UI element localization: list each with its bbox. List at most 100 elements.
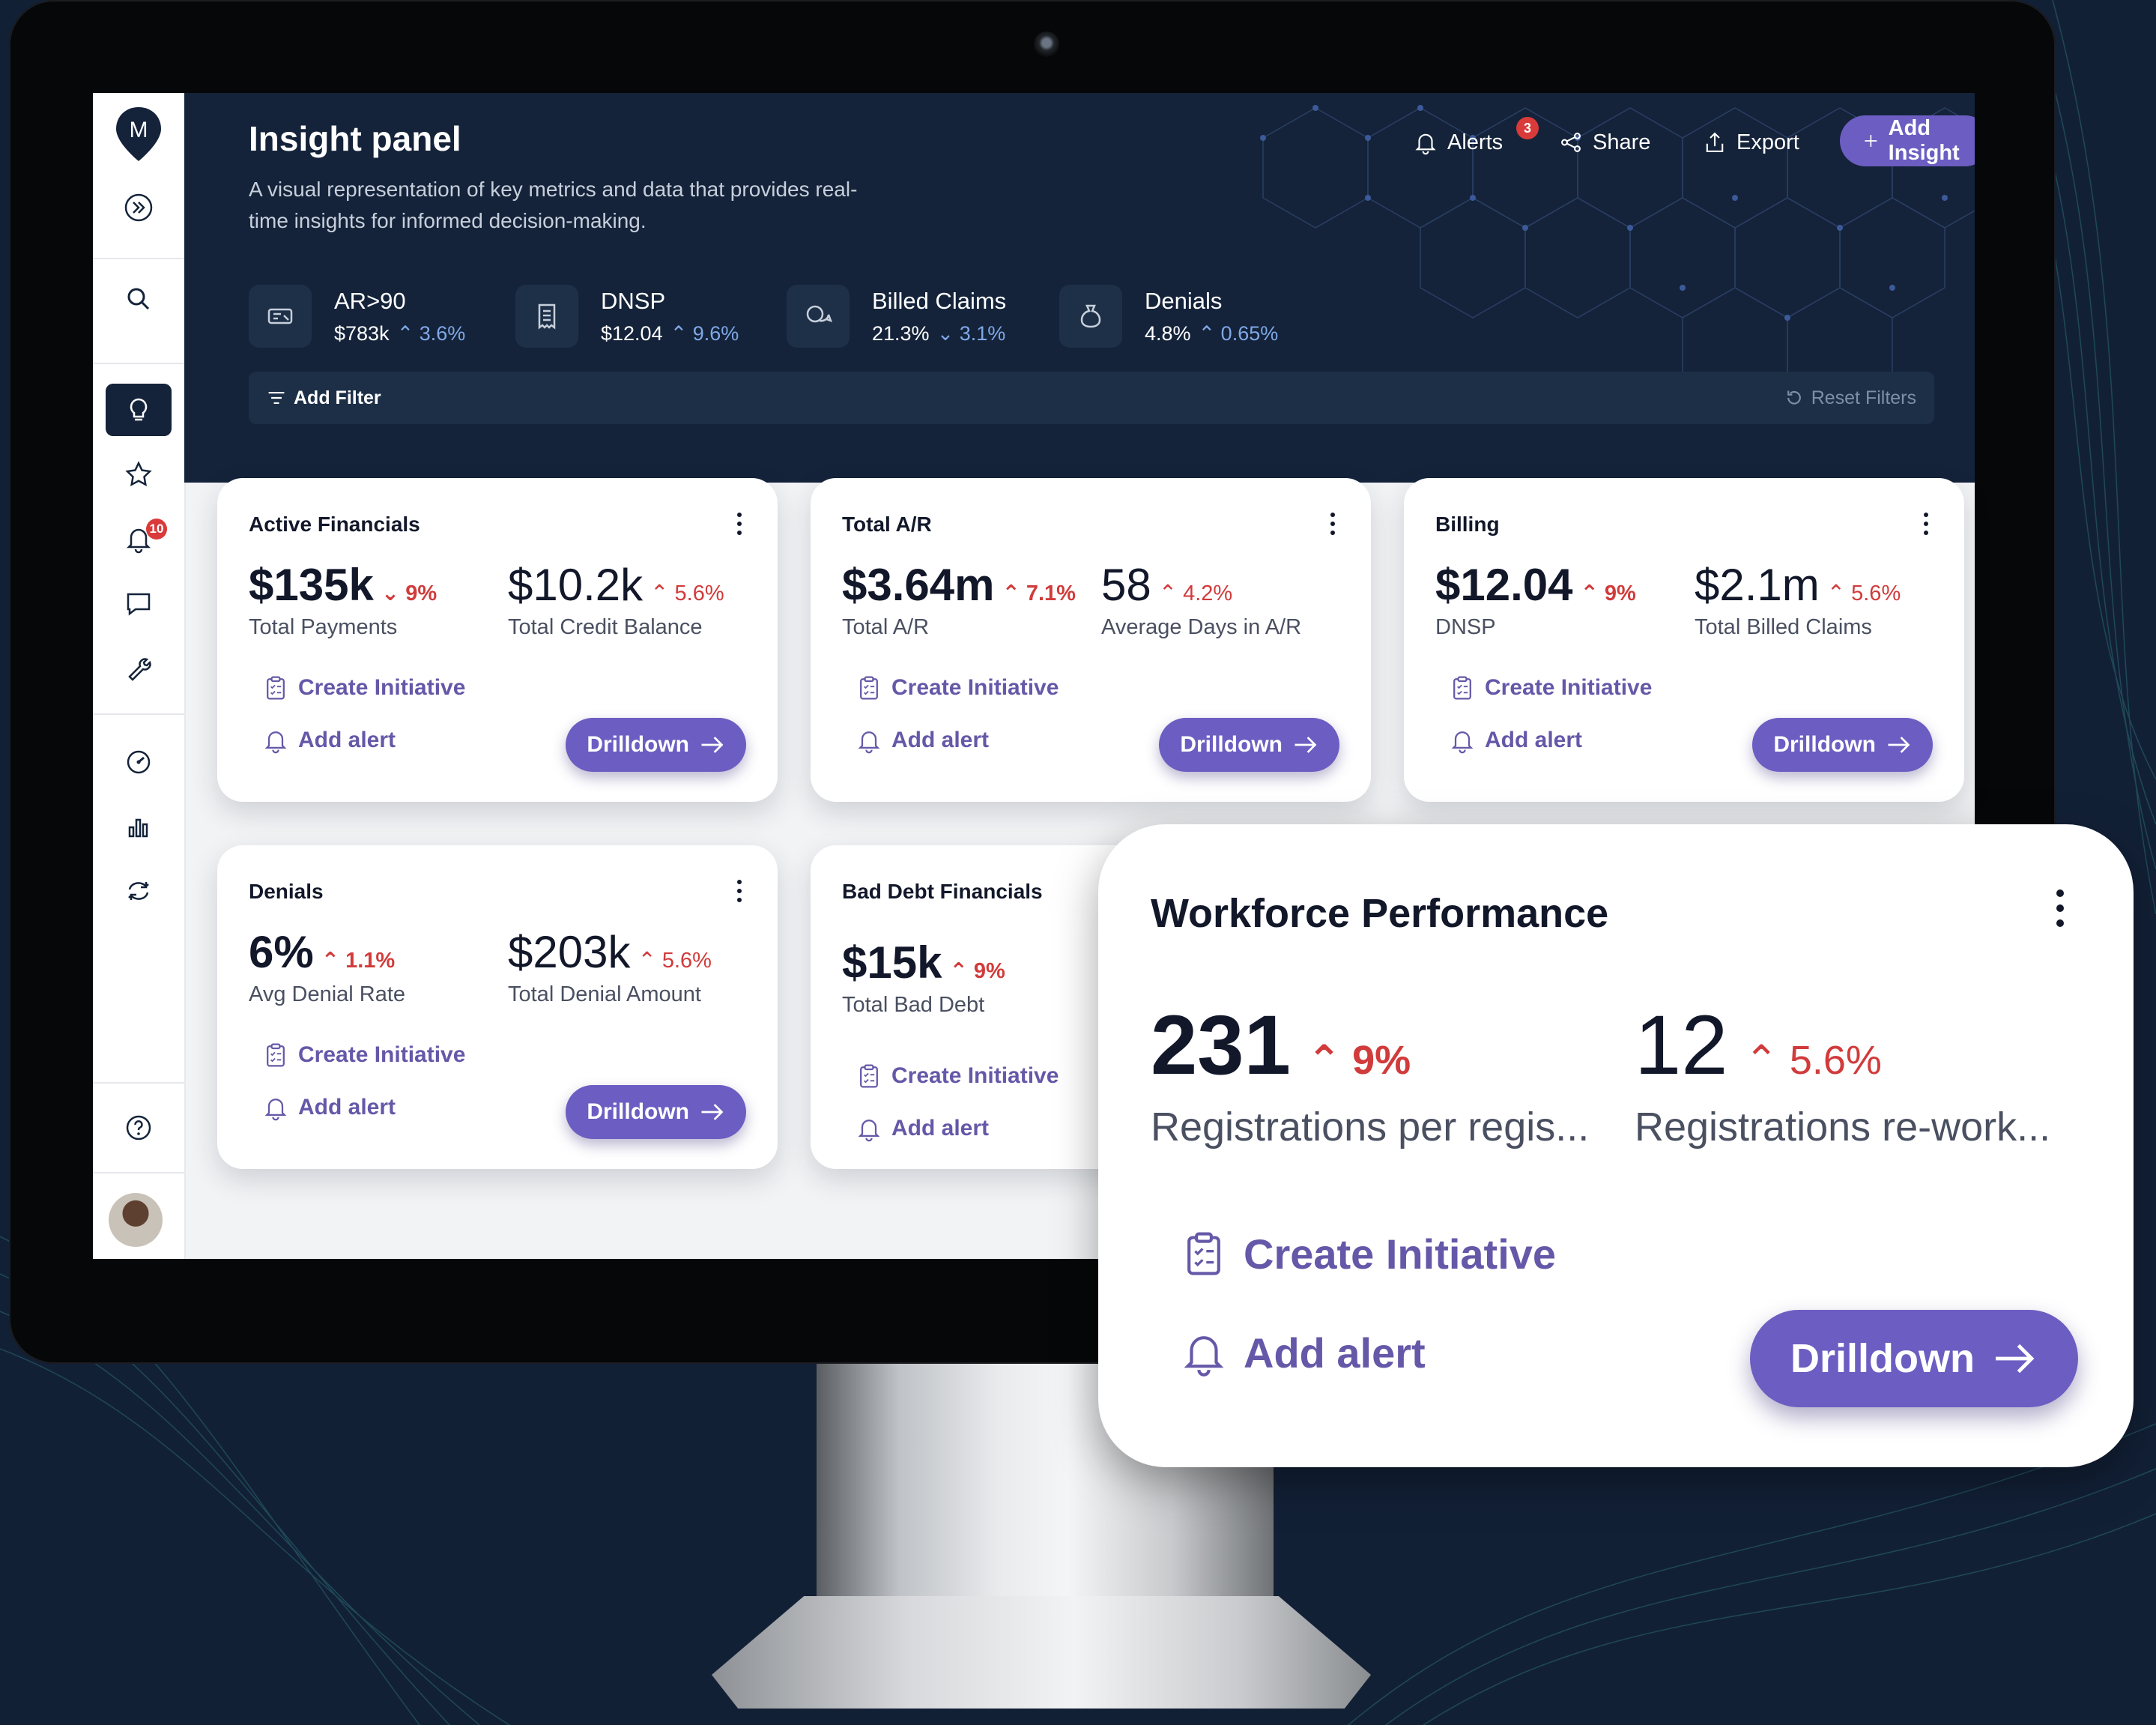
kpi-change: ⌃ 3.6% xyxy=(396,321,466,345)
metric-label: Total Credit Balance xyxy=(508,615,703,639)
kpi-denials[interactable]: Denials 4.8% ⌃ 0.65% xyxy=(1059,279,1278,354)
create-initiative-label: Create Initiative xyxy=(1485,675,1653,700)
sidebar-divider xyxy=(93,363,184,364)
alerts-button[interactable]: Alerts 3 xyxy=(1413,117,1539,166)
add-alert-button[interactable]: Add alert xyxy=(1449,727,1582,754)
create-initiative-button[interactable]: Create Initiative xyxy=(856,674,1059,701)
metric-value: $15k xyxy=(842,937,942,988)
chat-money-icon xyxy=(787,285,850,348)
share-button[interactable]: Share xyxy=(1558,118,1650,166)
kpi-dnsp[interactable]: DNSP $12.04 ⌃ 9.6% xyxy=(515,279,739,354)
create-initiative-button[interactable]: Create Initiative xyxy=(1449,674,1652,701)
metric-change: ⌃ 1.1% xyxy=(321,949,396,973)
metric-secondary: $2.1m ⌃ 5.6% Total Billed Claims xyxy=(1695,559,1901,640)
add-alert-button[interactable]: Add alert xyxy=(1179,1328,1426,1377)
share-icon xyxy=(1561,133,1581,152)
reset-filters-label: Reset Filters xyxy=(1811,387,1916,408)
drilldown-label: Drilldown xyxy=(587,732,689,757)
sidebar-divider xyxy=(93,1172,184,1173)
add-alert-button[interactable]: Add alert xyxy=(262,1094,396,1121)
kpi-value: 21.3% xyxy=(872,321,930,345)
sidebar-item-messages[interactable] xyxy=(106,577,172,629)
add-alert-button[interactable]: Add alert xyxy=(262,727,396,754)
kebab-menu-icon[interactable] xyxy=(1329,511,1336,537)
kpi-billed-claims[interactable]: Billed Claims 21.3% ⌄ 3.1% xyxy=(787,279,1006,354)
card-title: Bad Debt Financials xyxy=(842,880,1043,903)
drilldown-button[interactable]: Drilldown xyxy=(1752,718,1933,772)
drilldown-button[interactable]: Drilldown xyxy=(566,718,746,772)
export-label: Export xyxy=(1736,130,1799,154)
monitor-stand-base xyxy=(712,1596,1371,1709)
reset-filters-button[interactable]: Reset Filters xyxy=(1784,372,1916,424)
reset-icon xyxy=(1787,390,1801,405)
create-initiative-button[interactable]: Create Initiative xyxy=(262,1042,465,1069)
metric-change: ⌃ 9% xyxy=(949,959,1005,983)
search-button[interactable] xyxy=(106,273,172,325)
chat-icon xyxy=(127,593,151,616)
create-initiative-label: Create Initiative xyxy=(891,675,1059,700)
drilldown-label: Drilldown xyxy=(1790,1336,1975,1381)
dashboard-icon xyxy=(127,750,151,774)
add-filter-button[interactable]: Add Filter xyxy=(267,372,381,424)
metric-primary: $135k ⌄ 9% Total Payments xyxy=(249,559,437,640)
kebab-menu-icon[interactable] xyxy=(736,511,743,537)
kebab-menu-icon[interactable] xyxy=(1922,511,1930,537)
sidebar-item-favorites[interactable] xyxy=(106,448,172,501)
sidebar-item-reports[interactable] xyxy=(106,800,172,853)
card-title: Workforce Performance xyxy=(1151,891,1609,936)
help-button[interactable] xyxy=(106,1102,172,1154)
bell-icon xyxy=(1184,1336,1224,1377)
kpi-name: Denials xyxy=(1145,287,1223,314)
bell-icon xyxy=(858,731,880,754)
kpi-change: ⌃ 9.6% xyxy=(670,321,739,345)
metric-primary: 231 ⌃ 9% Registrations per regis... xyxy=(1151,997,1589,1150)
metric-change: ⌃ 5.6% xyxy=(638,949,712,973)
add-filter-label: Add Filter xyxy=(294,387,381,408)
card-denials: Denials 6% ⌃ 1.1% Avg Denial Rate $203k ⌃ … xyxy=(217,845,778,1169)
clipboard-icon xyxy=(860,1064,878,1088)
avatar[interactable] xyxy=(109,1193,163,1247)
kpi-value: $12.04 xyxy=(601,321,663,345)
metric-value: $2.1m xyxy=(1695,560,1820,610)
metric-value: $135k xyxy=(249,560,374,610)
alerts-count-badge: 3 xyxy=(1516,117,1539,139)
metric-primary: 6% ⌃ 1.1% Avg Denial Rate xyxy=(249,926,405,1007)
expand-button[interactable] xyxy=(106,181,172,234)
expand-icon xyxy=(124,193,153,222)
drilldown-button[interactable]: Drilldown xyxy=(1750,1310,2078,1407)
wrench-icon xyxy=(128,658,151,681)
help-icon xyxy=(126,1115,151,1141)
kebab-menu-icon[interactable] xyxy=(736,878,743,904)
sidebar-item-dashboard[interactable] xyxy=(106,736,172,788)
kpi-change: ⌃ 0.65% xyxy=(1198,321,1279,345)
sidebar-item-sync[interactable] xyxy=(106,865,172,917)
logo[interactable]: M xyxy=(106,100,172,168)
drilldown-button[interactable]: Drilldown xyxy=(1159,718,1339,772)
money-icon xyxy=(249,285,312,348)
metric-value: 6% xyxy=(249,927,314,977)
kebab-menu-icon[interactable] xyxy=(2054,887,2066,929)
metric-label: Total A/R xyxy=(842,615,930,639)
create-initiative-button[interactable]: Create Initiative xyxy=(262,674,465,701)
kpi-value: $783k xyxy=(334,321,390,345)
create-initiative-button[interactable]: Create Initiative xyxy=(856,1063,1059,1090)
sidebar-item-insights[interactable] xyxy=(106,384,172,436)
metric-label: Registrations per regis... xyxy=(1151,1105,1590,1150)
export-button[interactable]: Export xyxy=(1702,118,1799,166)
arrow-right-icon xyxy=(701,737,724,753)
add-alert-button[interactable]: Add alert xyxy=(856,1115,989,1142)
add-alert-button[interactable]: Add alert xyxy=(856,727,989,754)
page-header: Insight panel A visual representation of… xyxy=(184,93,1975,483)
alerts-label: Alerts xyxy=(1447,130,1504,154)
add-alert-label: Add alert xyxy=(891,1116,990,1141)
sidebar-item-notifications[interactable]: 10 xyxy=(106,513,172,565)
notification-count-badge: 10 xyxy=(146,519,167,540)
drilldown-button[interactable]: Drilldown xyxy=(566,1085,746,1139)
bar-chart-icon xyxy=(128,818,148,838)
sidebar-item-tools[interactable] xyxy=(106,641,172,694)
add-insight-button[interactable]: Add Insight xyxy=(1840,115,1975,166)
kpi-ar90[interactable]: AR>90 $783k ⌃ 3.6% xyxy=(249,279,465,354)
clipboard-icon xyxy=(267,1043,285,1067)
metric-label: Total Denial Amount xyxy=(508,982,701,1006)
create-initiative-button[interactable]: Create Initiative xyxy=(1179,1229,1556,1278)
